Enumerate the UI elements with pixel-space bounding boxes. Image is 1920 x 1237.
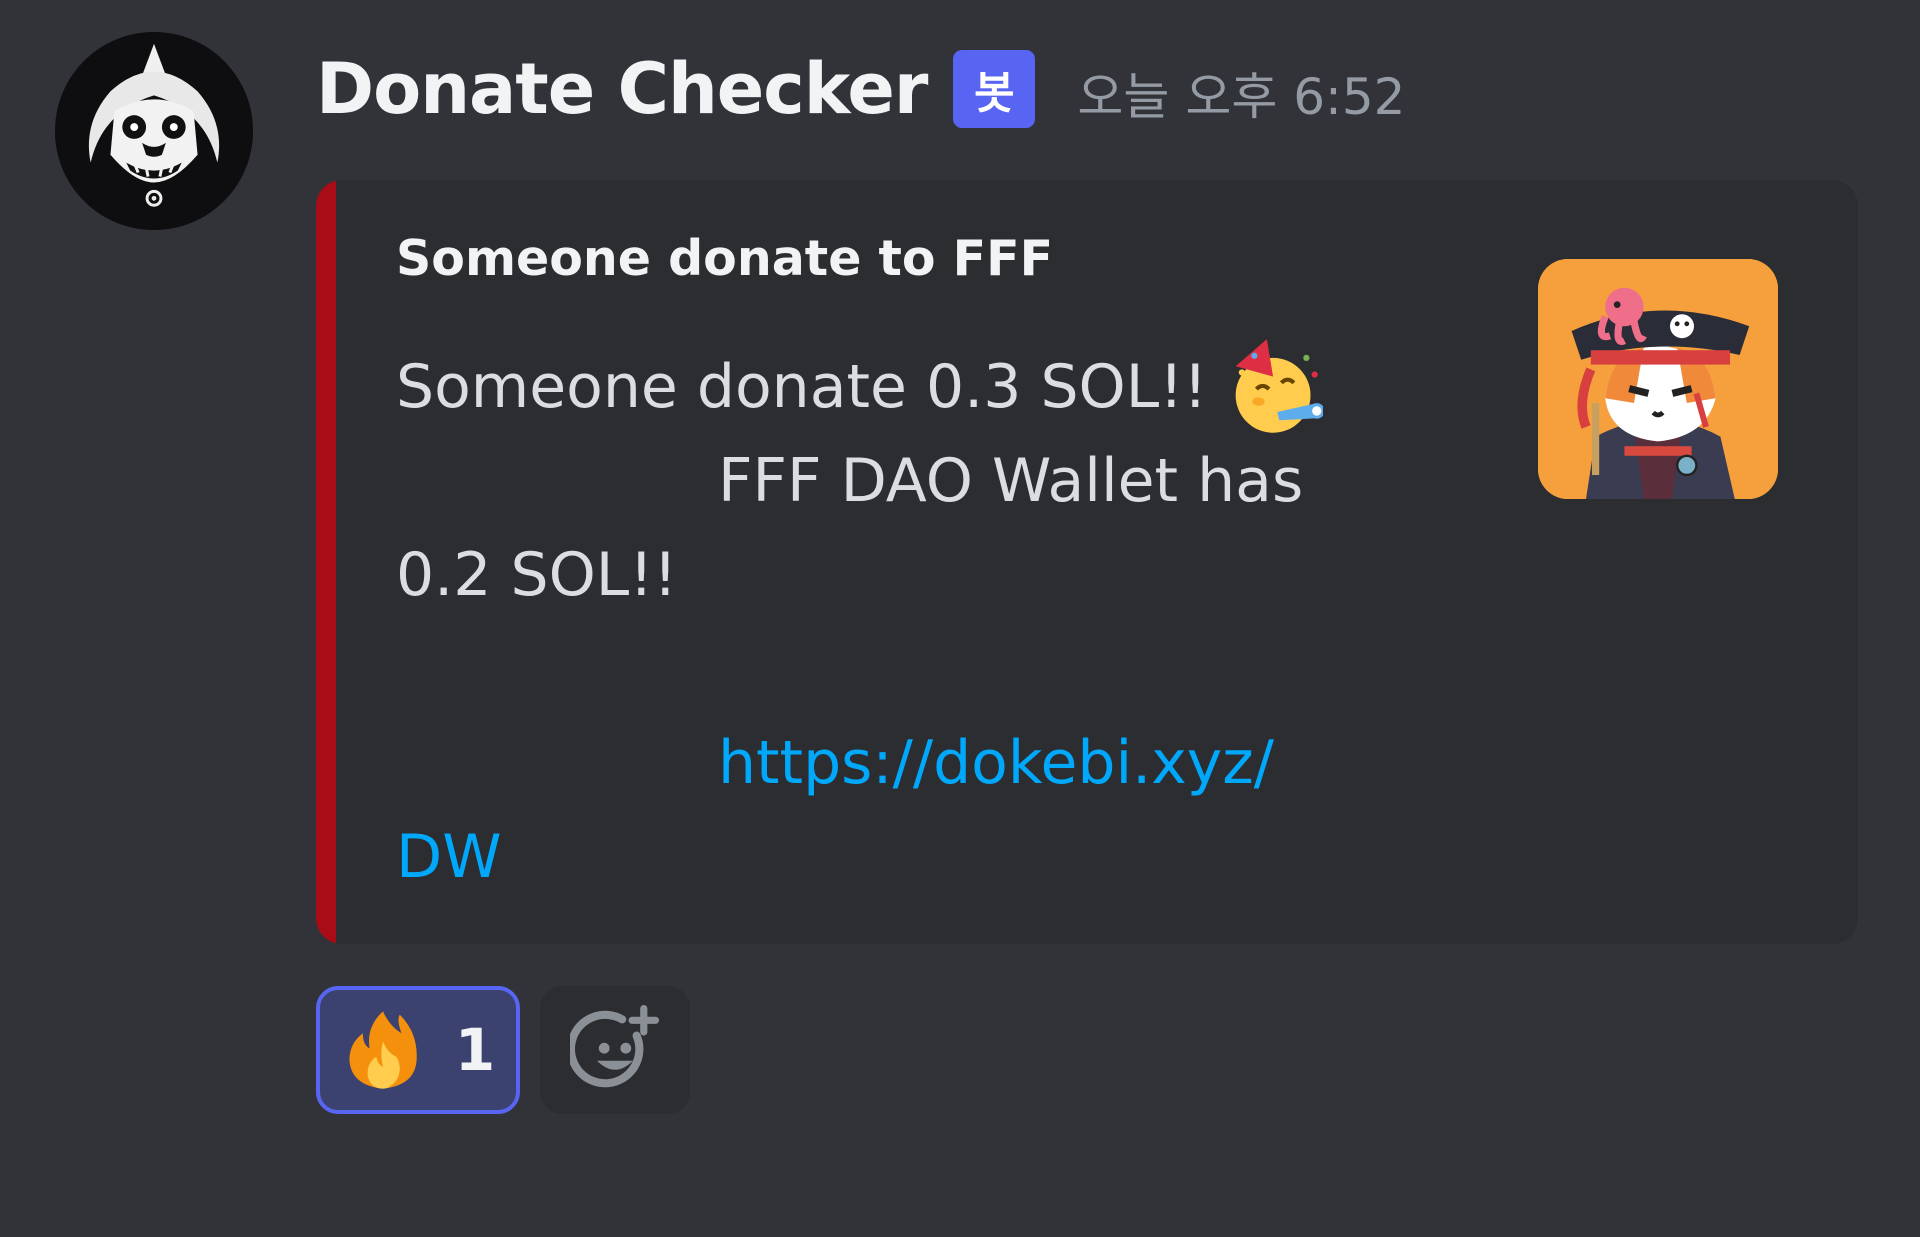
wallet-balance-text: 0.2 SOL!!: [396, 540, 678, 610]
pirate-fox-nft-thumbnail-icon: [1538, 259, 1778, 499]
embed-link-continued[interactable]: DW: [396, 810, 502, 904]
reaction-fire[interactable]: 1: [316, 986, 520, 1114]
embed-description: Someone donate 0.3 SOL!! FFF DAO Wallet …: [396, 339, 1406, 904]
add-reaction-button[interactable]: [540, 986, 690, 1114]
reaction-count: 1: [454, 1016, 496, 1084]
partying-face-emoji-icon: [1235, 339, 1324, 433]
message-header: Donate Checker 봇 오늘 오후 6:52: [316, 44, 1406, 134]
embed-link-line-1: https://dokebi.xyz/: [396, 716, 1406, 810]
embed-accent-bar: [316, 180, 336, 944]
wallet-text: FFF DAO Wallet has: [718, 446, 1304, 516]
embed-title: Someone donate to FFF: [396, 230, 1054, 287]
dokkaebi-mask-icon: [55, 32, 253, 230]
message-timestamp[interactable]: 오늘 오후 6:52: [1077, 57, 1405, 129]
fire-emoji-icon: [349, 1011, 417, 1089]
embed-line-3: 0.2 SOL!!: [396, 528, 1406, 622]
bot-tag-badge: 봇: [953, 50, 1036, 128]
embed-line-1: Someone donate 0.3 SOL!!: [396, 339, 1406, 434]
embed-spacer: [396, 622, 1406, 716]
embed-thumbnail[interactable]: [1538, 259, 1778, 499]
author-name[interactable]: Donate Checker: [316, 48, 928, 130]
add-reaction-icon: [570, 1005, 660, 1088]
embed-line-2: FFF DAO Wallet has: [396, 434, 1406, 528]
embed-link-line-2: DW: [396, 810, 1406, 904]
embed-link[interactable]: https://dokebi.xyz/: [718, 716, 1274, 810]
message-embed: Someone donate to FFF Someone donate 0.3…: [316, 180, 1858, 944]
reaction-bar: 1: [316, 986, 690, 1114]
author-avatar[interactable]: [55, 32, 253, 230]
donation-text: Someone donate 0.3 SOL!!: [396, 352, 1208, 422]
